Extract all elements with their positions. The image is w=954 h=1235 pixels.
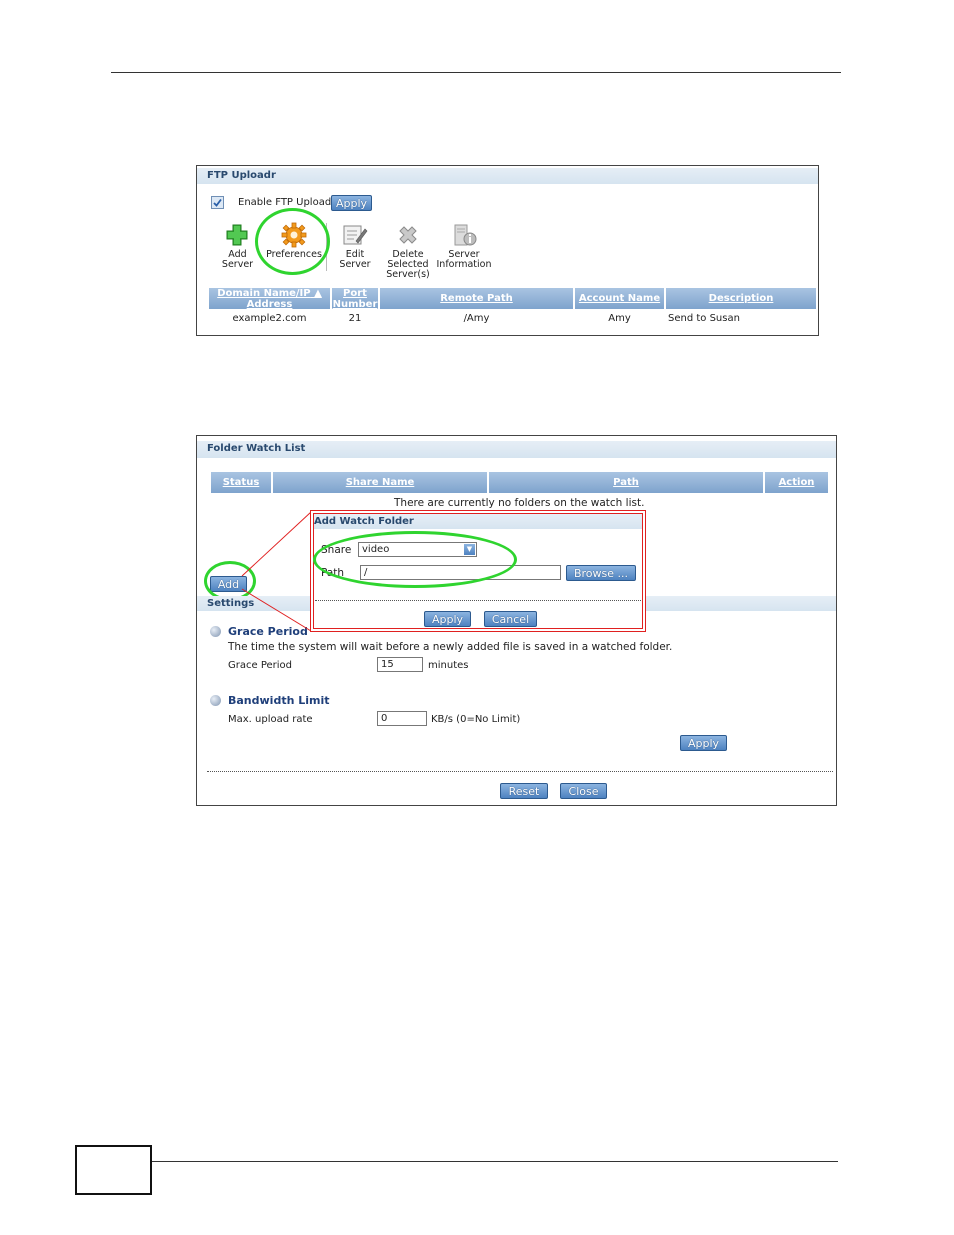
- dialog-cancel-button[interactable]: Cancel: [484, 611, 537, 627]
- dialog-apply-button[interactable]: Apply: [424, 611, 471, 627]
- add-watch-folder-dialog: Add Watch Folder Share video ▼ Path / Br…: [310, 510, 646, 632]
- share-path-highlight-circle: [313, 531, 517, 588]
- page-footer-rule: [152, 1161, 838, 1162]
- browse-button[interactable]: Browse ...: [566, 565, 636, 581]
- dialog-divider: [315, 600, 641, 601]
- add-watch-folder-title: Add Watch Folder: [314, 514, 642, 529]
- page-number-box: [75, 1145, 152, 1195]
